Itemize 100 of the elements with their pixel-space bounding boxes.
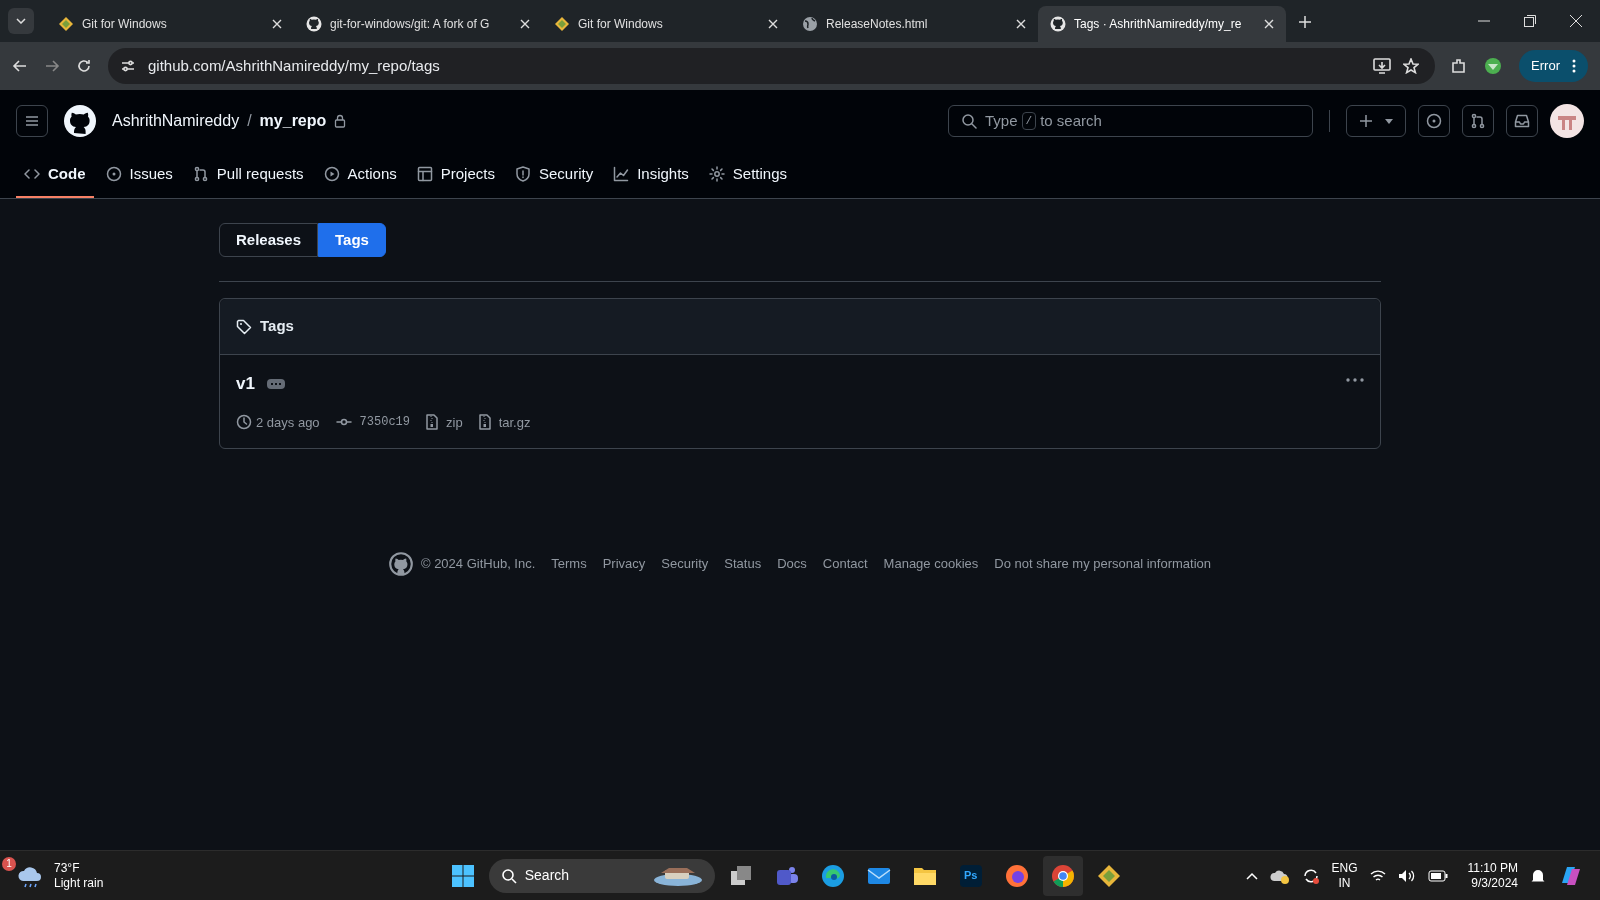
restore-icon[interactable] xyxy=(1524,15,1536,27)
browser-tab[interactable]: git-for-windows/git: A fork of G xyxy=(294,6,542,42)
menu-button[interactable] xyxy=(16,105,48,137)
reload-icon[interactable] xyxy=(76,58,92,74)
repo-nav-tab[interactable]: Projects xyxy=(408,152,503,198)
owner-link[interactable]: AshrithNamireddy xyxy=(112,109,240,133)
github-logo-icon[interactable] xyxy=(64,105,96,137)
weather-temperature[interactable]: 73°F xyxy=(54,860,104,876)
tag-age: 2 days ago xyxy=(256,413,320,432)
language-indicator[interactable]: ENG xyxy=(1331,860,1358,876)
clock-time[interactable]: 11:10 PM xyxy=(1467,860,1518,876)
pull-request-icon xyxy=(192,166,209,182)
issues-button[interactable] xyxy=(1418,105,1450,137)
more-horizontal-icon[interactable] xyxy=(1346,377,1364,382)
issue-icon xyxy=(1426,113,1442,129)
inbox-button[interactable] xyxy=(1506,105,1538,137)
footer-link[interactable]: Privacy xyxy=(602,554,646,574)
extensions-icon[interactable] xyxy=(1451,58,1468,74)
footer-link[interactable]: Contact xyxy=(822,554,868,574)
pull-request-icon xyxy=(1470,113,1486,129)
repo-link[interactable]: my_repo xyxy=(259,109,327,133)
subnav-tab[interactable]: Tags xyxy=(318,223,386,257)
diamond-logo-icon[interactable] xyxy=(1096,863,1121,888)
tab-list-button[interactable] xyxy=(8,8,34,34)
install-icon[interactable] xyxy=(1373,58,1392,74)
caret-icon xyxy=(1385,118,1393,124)
file-zip-icon xyxy=(426,414,439,431)
search-icon xyxy=(961,113,977,129)
search-icon xyxy=(500,867,517,884)
graph-icon xyxy=(613,166,630,182)
footer-link[interactable]: Do not share my personal information xyxy=(994,554,1212,574)
browser-tab[interactable]: Git for Windows xyxy=(46,6,294,42)
github-logo-icon xyxy=(306,16,322,32)
close-window-icon[interactable] xyxy=(1570,15,1582,27)
star-icon[interactable] xyxy=(1403,58,1420,74)
profile-error-button[interactable]: Error xyxy=(1519,50,1588,82)
avatar-icon[interactable] xyxy=(1550,104,1584,138)
footer-link[interactable]: Docs xyxy=(777,554,807,574)
windows-start-icon[interactable] xyxy=(450,863,475,888)
chrome-icon[interactable] xyxy=(1050,863,1075,888)
tag-name-link[interactable]: v1 xyxy=(236,371,255,397)
footer-link[interactable]: Security xyxy=(661,554,709,574)
footer-link[interactable]: Manage cookies xyxy=(883,554,979,574)
repo-nav-tab[interactable]: Code xyxy=(16,152,94,198)
diamond-logo-icon xyxy=(58,16,74,32)
shield-icon xyxy=(514,166,531,182)
footer-link[interactable]: Status xyxy=(724,554,762,574)
repo-nav-tab[interactable]: Security xyxy=(506,152,602,198)
browser-tab[interactable]: Git for Windows xyxy=(542,6,790,42)
taskbar-search-field[interactable]: Search xyxy=(488,858,715,893)
edge-icon[interactable] xyxy=(820,863,845,888)
teams-icon[interactable] xyxy=(774,864,799,887)
repo-nav-tab[interactable]: Settings xyxy=(700,152,796,198)
issue-icon xyxy=(105,166,122,182)
menu-icon xyxy=(24,113,40,129)
volume-icon[interactable] xyxy=(1397,868,1416,883)
back-icon[interactable] xyxy=(12,58,28,74)
pull-requests-button[interactable] xyxy=(1462,105,1494,137)
wifi-icon[interactable] xyxy=(1369,868,1386,883)
task-view-icon[interactable] xyxy=(729,864,752,887)
close-icon[interactable] xyxy=(768,19,778,29)
commit-link[interactable]: 7350c19 xyxy=(359,413,411,432)
tag-icon xyxy=(236,318,252,335)
clock-date[interactable]: 9/3/2024 xyxy=(1471,875,1518,891)
close-icon[interactable] xyxy=(520,19,530,29)
subnav-tab[interactable]: Releases xyxy=(219,223,319,257)
close-icon[interactable] xyxy=(1264,19,1274,29)
zip-download-link[interactable]: zip xyxy=(446,412,463,432)
search-field[interactable]: Type / to search xyxy=(948,105,1313,137)
github-logo-icon xyxy=(1050,16,1066,32)
create-new-button[interactable] xyxy=(1346,105,1406,137)
lock-icon xyxy=(334,114,347,128)
weather-condition[interactable]: Light rain xyxy=(54,875,104,891)
new-tab-icon[interactable] xyxy=(1298,15,1312,29)
region-indicator[interactable]: IN xyxy=(1338,875,1351,891)
footer-link[interactable]: Terms xyxy=(551,554,587,574)
github-logo-icon[interactable] xyxy=(388,552,413,576)
close-icon[interactable] xyxy=(1016,19,1026,29)
browser-tab[interactable]: Tags · AshrithNamireddy/my_re xyxy=(1038,6,1286,42)
address-bar[interactable]: github.com/AshrithNamireddy/my_repo/tags xyxy=(108,48,1436,84)
forward-icon[interactable] xyxy=(44,58,60,74)
settings-icon xyxy=(708,166,725,182)
extension-icon[interactable] xyxy=(1483,56,1504,76)
browser-tab[interactable]: ReleaseNotes.html xyxy=(790,6,1038,42)
tags-title: Tags xyxy=(260,316,294,337)
repo-nav-tab[interactable]: Issues xyxy=(97,152,181,198)
mail-icon[interactable] xyxy=(866,865,891,886)
targz-download-link[interactable]: tar.gz xyxy=(498,412,531,432)
photoshop-icon[interactable]: Ps xyxy=(959,864,982,887)
firefox-icon[interactable] xyxy=(1004,863,1029,888)
site-settings-icon[interactable] xyxy=(120,58,136,74)
plus-icon xyxy=(1359,114,1373,128)
chevron-up-icon[interactable] xyxy=(1245,871,1258,880)
expand-button[interactable] xyxy=(266,378,285,389)
repo-nav-tab[interactable]: Insights xyxy=(605,152,697,198)
repo-nav-tab[interactable]: Pull requests xyxy=(184,152,312,198)
copyright-text: © 2024 GitHub, Inc. xyxy=(420,555,536,574)
battery-icon[interactable] xyxy=(1427,869,1448,882)
repo-nav-tab[interactable]: Actions xyxy=(315,152,405,198)
close-icon[interactable] xyxy=(272,19,282,29)
